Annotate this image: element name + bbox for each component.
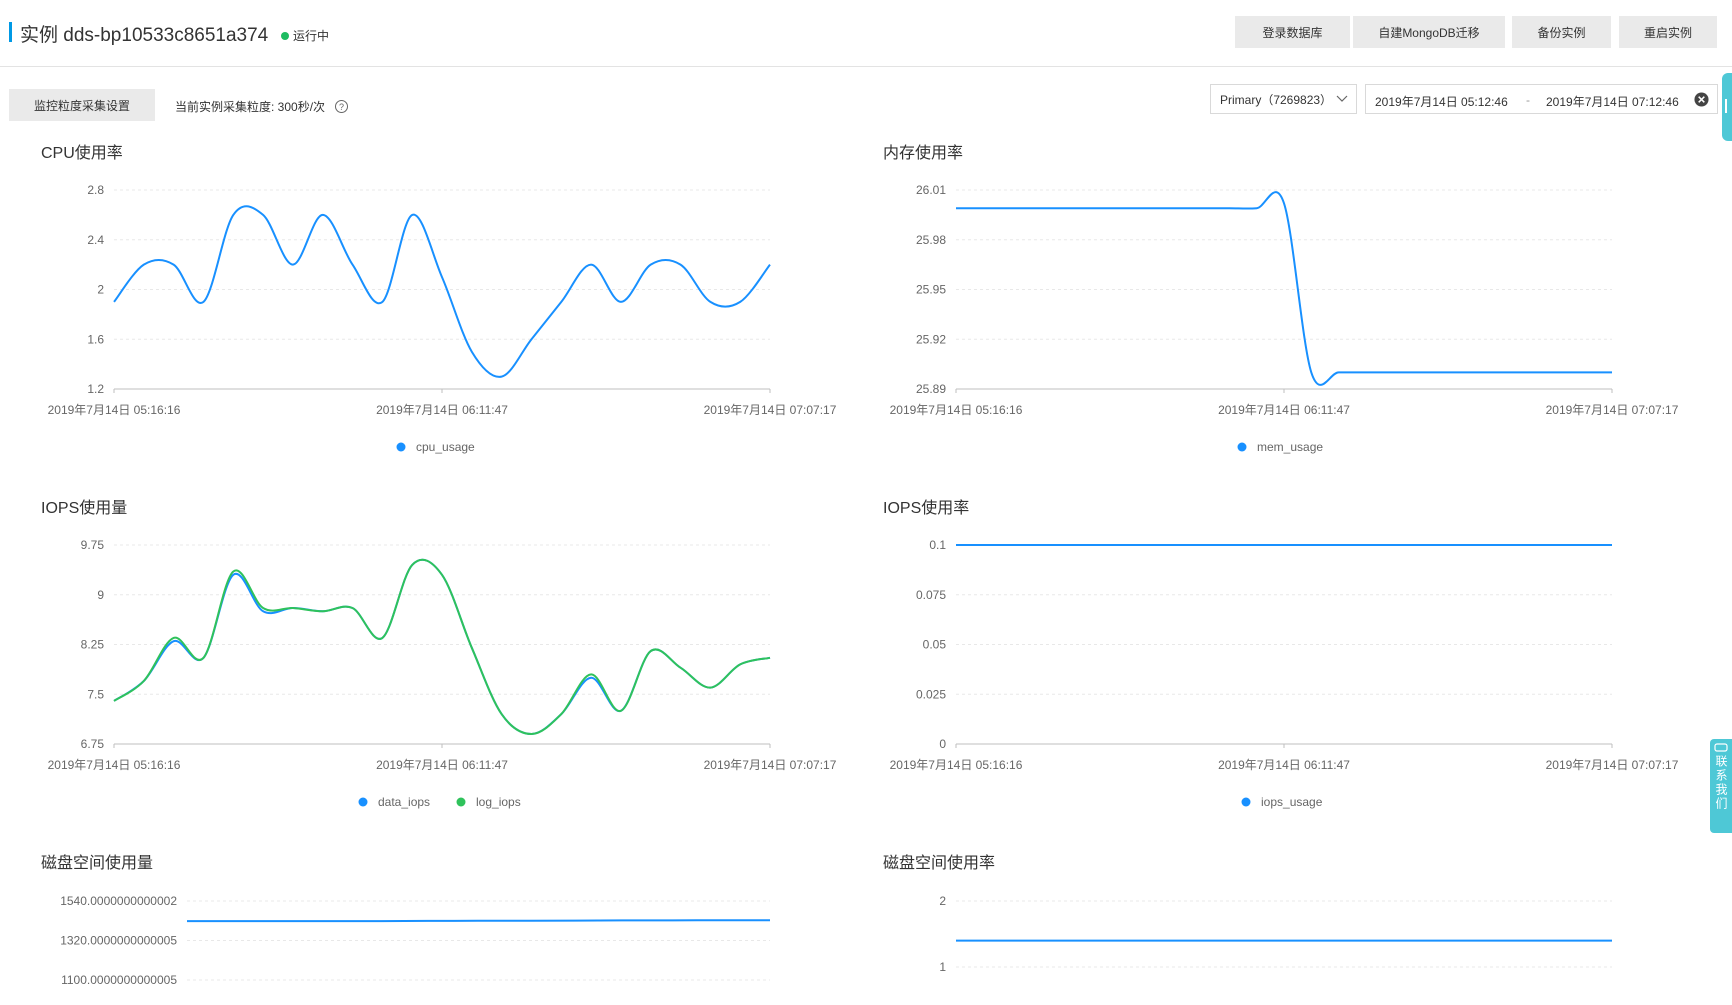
x-tick-label: 2019年7月14日 05:16:16 [48,758,181,772]
x-tick-label: 2019年7月14日 06:11:47 [1218,758,1350,772]
series-line-cpu_usage [113,205,771,378]
contact-us-button[interactable]: 联系我们 [1710,739,1732,833]
y-tick-label: 7.5 [87,687,104,701]
backup-instance-button[interactable]: 备份实例 [1512,16,1611,48]
page-title: 实例 dds-bp10533c8651a374 [20,25,269,46]
clear-circle-icon[interactable] [1694,92,1709,107]
x-tick-label: 2019年7月14日 06:11:47 [376,758,508,772]
x-tick-label: 2019年7月14日 05:16:16 [890,403,1023,417]
granularity-settings-button[interactable]: 监控粒度采集设置 [9,89,155,121]
login-database-button[interactable]: 登录数据库 [1235,16,1350,48]
y-tick-label: 0.1 [929,538,946,552]
y-tick-label: 0 [939,737,946,751]
status-text: 运行中 [293,29,330,43]
series-line-value [186,919,770,923]
title-accent-bar [9,22,12,42]
disk-usage-chart: 磁盘空间使用量 1100.0000000000005 1320.000000000… [41,849,861,1005]
x-tick-label: 2019年7月14日 05:16:16 [48,403,181,417]
granularity-text: 当前实例采集粒度: 300秒/次 [175,100,326,114]
memory-usage-chart: 内存使用率 25.89 25.92 25.95 25.98 26.01 2019年7月14… [883,139,1703,459]
legend-label: cpu_usage [416,440,475,454]
status-badge: 运行中 [281,27,329,44]
y-tick-label: 25.98 [916,233,946,247]
y-tick-label: 1.2 [87,382,104,396]
legend-marker [456,797,466,807]
x-tick-label: 2019年7月14日 07:07:17 [704,758,837,772]
series-line-data_iops [113,558,771,736]
y-tick-label: 6.75 [81,737,105,751]
disk-rate-chart: 磁盘空间使用率 12 [883,849,1703,1005]
y-tick-label: 2 [97,283,104,297]
side-panel-toggle[interactable] [1722,73,1732,141]
restart-instance-button[interactable]: 重启实例 [1619,16,1717,48]
date-end[interactable]: 2019年7月14日 07:12:46 [1546,93,1679,110]
y-tick-label: 0.075 [916,588,946,602]
iops-usage-chart: IOPS使用量 6.75 7.5 8.25 9 9.75 2019年7月14日 05:16… [41,494,861,814]
side-panel-handle-icon [1725,99,1727,113]
status-dot-icon [281,31,289,40]
legend-label: log_iops [476,795,521,809]
y-tick-label: 25.95 [916,283,946,297]
y-tick-label: 1320.0000000000005 [60,934,177,948]
x-tick-label: 2019年7月14日 05:16:16 [890,758,1023,772]
cpu-usage-plot: 1.2 1.6 2 2.4 2.8 2019年7月14日 05:16:16 2019年7月1… [48,183,837,454]
y-tick-label: 1100.0000000000005 [61,973,177,987]
legend-marker [358,797,368,807]
date-separator: - [1526,93,1530,107]
iops-rate-chart: IOPS使用率 0 0.025 0.05 0.075 0.1 2019年7月14日 05:… [883,494,1703,814]
x-tick-label: 2019年7月14日 07:07:17 [1546,403,1679,417]
disk-rate-plot: 12 [939,894,1612,974]
date-range-picker[interactable]: 2019年7月14日 05:12:46 - 2019年7月14日 07:12:4… [1365,84,1718,114]
y-tick-label: 2.8 [87,183,104,197]
chat-icon [1714,743,1728,752]
iops-rate-plot: 0 0.025 0.05 0.075 0.1 2019年7月14日 05:16:16 201… [890,538,1679,809]
memory-usage-plot: 25.89 25.92 25.95 25.98 26.01 2019年7月14日 05:1… [890,183,1679,454]
instance-header: 实例 dds-bp10533c8651a374 运行中 登录数据库 自建Mong… [0,0,1732,67]
legend-label: data_iops [378,795,430,809]
y-tick-label: 25.89 [916,382,946,396]
question-circle-icon[interactable]: ? [335,100,349,113]
node-select[interactable]: Primary（7269823） [1210,84,1357,114]
y-tick-label: 1.6 [87,332,104,346]
y-tick-label: 2 [939,894,946,908]
y-tick-label: 26.01 [916,183,946,197]
legend-label: mem_usage [1257,440,1323,454]
legend-marker [1237,442,1247,452]
x-tick-label: 2019年7月14日 07:07:17 [1546,758,1679,772]
iops-usage-plot: 6.75 7.5 8.25 9 9.75 2019年7月14日 05:16:16 2019年… [48,538,837,809]
legend-marker [1241,797,1251,807]
y-tick-label: 2.4 [87,233,104,247]
series-line-mem_usage [956,191,1612,386]
y-tick-label: 9.75 [81,538,105,552]
x-tick-label: 2019年7月14日 07:07:17 [704,403,837,417]
y-tick-label: 0.05 [923,638,947,652]
legend-label: iops_usage [1261,795,1323,809]
legend-marker [396,442,406,452]
series-line-log_iops [113,558,771,736]
y-tick-label: 8.25 [81,638,105,652]
x-tick-label: 2019年7月14日 06:11:47 [1218,403,1350,417]
granularity-info: 当前实例采集粒度: 300秒/次 ? [175,98,349,115]
cpu-usage-chart: CPU使用率 1.2 1.6 2 2.4 2.8 2019年7月14日 05:16:16 2… [41,139,861,459]
y-tick-label: 9 [97,588,104,602]
monitor-toolbar: 监控粒度采集设置 当前实例采集粒度: 300秒/次 ? Primary（7269… [0,78,1732,128]
node-select-value: Primary（7269823） [1220,92,1333,107]
date-start[interactable]: 2019年7月14日 05:12:46 [1375,93,1508,110]
chevron-down-icon [1336,95,1348,102]
disk-usage-plot: 1100.0000000000005 1320.0000000000005 1540… [60,894,770,987]
y-tick-label: 0.025 [916,687,946,701]
contact-us-label: 联系我们 [1714,755,1728,811]
y-tick-label: 1 [939,960,946,974]
y-tick-label: 25.92 [916,332,946,346]
mongodb-migration-button[interactable]: 自建MongoDB迁移 [1353,16,1505,48]
y-tick-label: 1540.0000000000002 [60,894,177,908]
x-tick-label: 2019年7月14日 06:11:47 [376,403,508,417]
